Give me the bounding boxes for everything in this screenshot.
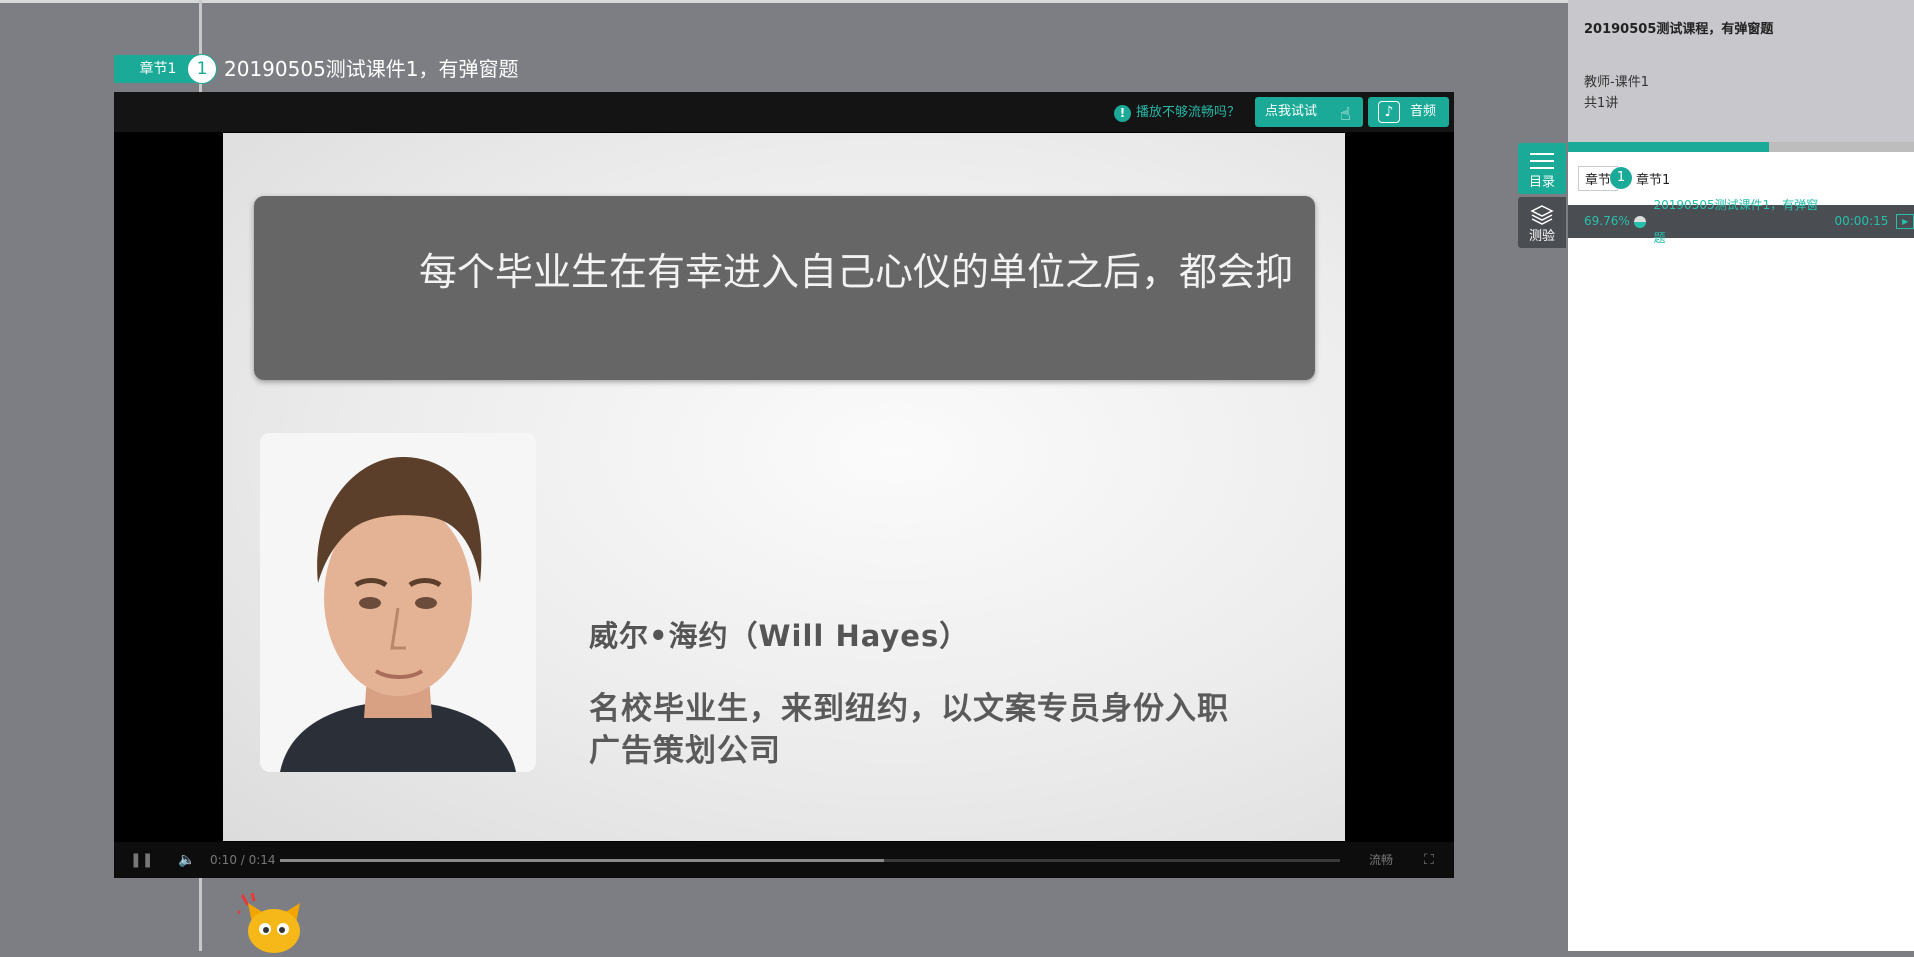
course-progress-bar [1568, 142, 1914, 152]
section-number: 1 [1610, 167, 1633, 189]
course-info: 20190505测试课程，有弹窗题 教师-课件1 共1讲 [1568, 0, 1914, 142]
lesson-item[interactable]: 69.76% 20190505测试课件1，有弹窗题 00:00:15 ▶ [1568, 198, 1914, 245]
info-icon: ! [1113, 104, 1131, 122]
lesson-percent: 69.76% [1584, 214, 1630, 228]
slide-banner: 每个毕业生在有幸进入自己心仪的单位之后，都会抑 [254, 196, 1315, 380]
pause-icon[interactable]: ❚❚ [130, 842, 153, 878]
slide-description-line2: 广告策划公司 [589, 733, 781, 769]
volume-icon[interactable]: 🔈 [178, 842, 195, 878]
course-title: 20190505测试课程，有弹窗题 [1584, 22, 1774, 37]
player-controls: ❚❚ 🔈 0:10 / 0:14 流畅 ⛶ [114, 842, 1454, 878]
playback-hint-link[interactable]: ! 播放不够流畅吗？ [1113, 104, 1240, 122]
teacher-name: 教师-课件1 [1584, 75, 1649, 90]
video-slide: 每个毕业生在有幸进入自己心仪的单位之后，都会抑 威尔•海约（Will Hayes… [223, 133, 1345, 841]
section-name: 章节1 [1636, 172, 1671, 188]
tab-catalog[interactable]: 目录 [1518, 143, 1566, 194]
try-button-label: 点我试试 [1265, 104, 1318, 119]
hand-pointer-icon: ☝ [1340, 104, 1351, 125]
lesson-title: 20190505测试课件1，有弹窗题 [224, 57, 519, 81]
lesson-item-title: 20190505测试课件1，有弹窗题 [1653, 197, 1819, 245]
menu-icon [1518, 143, 1566, 175]
slide-person-name: 威尔•海约（Will Hayes） [589, 619, 970, 653]
music-note-icon: ♪ [1378, 101, 1400, 123]
tab-quiz[interactable]: 测验 [1518, 197, 1566, 248]
play-icon[interactable]: ▶ [1896, 214, 1914, 229]
slide-description: 名校毕业生，来到纽约，以文案专员身份入职 广告策划公司 [589, 688, 1289, 772]
slide-headline: 每个毕业生在有幸进入自己心仪的单位之后，都会抑 [419, 250, 1294, 294]
time-display: 0:10 / 0:14 [210, 853, 276, 867]
mascot-cat-icon[interactable] [233, 892, 310, 953]
layers-icon [1518, 197, 1566, 229]
playback-hint-text: 播放不够流畅吗？ [1135, 105, 1240, 120]
section-header[interactable]: 章节 1 章节1 [1578, 165, 1671, 191]
course-progress-fill [1568, 142, 1769, 152]
audio-button[interactable]: ♪ 音频 [1368, 97, 1449, 127]
progress-bar[interactable] [280, 859, 1340, 862]
tab-quiz-label: 测验 [1528, 229, 1555, 244]
try-button[interactable]: 点我试试 ☝ [1255, 97, 1363, 127]
video-player[interactable]: ! 播放不够流畅吗？ 点我试试 ☝ ♪ 音频 每个毕业生在有幸进入自己心仪的单位… [114, 92, 1454, 878]
lesson-duration: 00:00:15 [1834, 214, 1889, 228]
course-panel: 20190505测试课程，有弹窗题 教师-课件1 共1讲 章节 1 章节1 69… [1568, 0, 1914, 951]
lesson-count: 共1讲 [1584, 96, 1619, 111]
chapter-number: 1 [187, 54, 217, 84]
slide-description-line1: 名校毕业生，来到纽约，以文案专员身份入职 [589, 691, 1229, 727]
portrait-image [260, 433, 536, 772]
tab-catalog-label: 目录 [1528, 175, 1555, 190]
quality-selector[interactable]: 流畅 [1369, 842, 1393, 878]
progress-fill [280, 859, 885, 862]
progress-pie-icon [1633, 215, 1646, 228]
fullscreen-icon[interactable]: ⛶ [1424, 842, 1434, 878]
player-toolbar: ! 播放不够流畅吗？ 点我试试 ☝ ♪ 音频 [114, 92, 1454, 132]
audio-button-label: 音频 [1410, 104, 1437, 119]
